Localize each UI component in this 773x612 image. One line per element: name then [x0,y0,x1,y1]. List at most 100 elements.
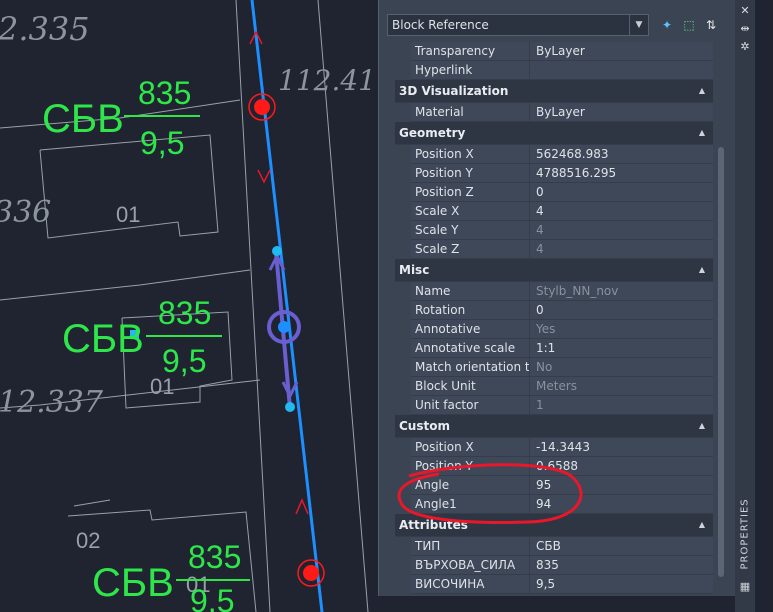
property-name: Block Unit [411,377,529,396]
property-row[interactable]: Position Z0 [395,183,713,202]
property-row[interactable]: Position Y 4788516.295 [395,164,713,183]
elevation-text: 336 [0,195,51,230]
elevation-text: 2.335 [0,10,90,48]
property-value[interactable] [529,61,713,80]
chevron-down-icon[interactable]: ▼ [629,15,648,35]
property-value[interactable]: 4 [529,202,713,221]
grip[interactable] [285,402,295,412]
property-value[interactable]: 835 [529,556,713,575]
property-name: Transparency [411,42,529,61]
property-value[interactable]: 562468.983 [529,145,713,164]
category-title: Attributes [399,518,468,532]
property-name: Angle1 [411,495,529,514]
property-row[interactable]: Angle 95 [395,476,713,495]
pole-label[interactable]: СБВ 835 9,5 [62,295,222,379]
property-name: Unit factor [411,396,529,415]
category-title: Misc [399,263,430,277]
property-row[interactable]: Scale X4 [395,202,713,221]
property-row[interactable]: Scale Z4 [395,240,713,259]
property-row[interactable]: Material ByLayer [395,103,713,122]
collapse-icon[interactable]: ▲ [699,259,705,281]
property-value[interactable]: -14.3443 [529,438,713,457]
property-value[interactable]: 95 [529,476,713,495]
category-header[interactable]: 3D Visualization ▲ [395,80,713,103]
property-value[interactable]: 0 [529,183,713,202]
pole-type-text: СБВ [62,317,144,361]
toggle-pickadd-icon[interactable]: ⇅ [701,16,721,34]
property-value[interactable]: 1:1 [529,339,713,358]
property-row[interactable]: ВЪРХОВА_СИЛА 835 [395,556,713,575]
selected-pole-grip[interactable] [278,321,290,333]
collapse-icon[interactable]: ▲ [699,122,705,144]
pole-height-text: 9,5 [190,583,234,612]
palette-title-strip[interactable]: ✕ ⇹ ✲ PROPERTIES ▦ [735,0,755,612]
property-value[interactable]: 9,5 [529,575,713,594]
pole-force-text: 835 [138,75,191,111]
property-name: Scale X [411,202,529,221]
pole-label[interactable]: СБВ 835 9,5 [92,539,250,612]
pole-type-text: СБВ [42,97,124,141]
properties-palette: Block Reference ▼ ✦ ⬚ ⇅ Transparency ByLa… [378,0,737,596]
property-value[interactable]: ByLayer [529,42,713,61]
property-value[interactable]: 4788516.295 [529,164,713,183]
property-value[interactable]: 0 [529,301,713,320]
palette-scrollbar[interactable] [717,42,725,592]
category-header[interactable]: Attributes ▲ [395,514,713,537]
property-name: Material [411,103,529,122]
collapse-icon[interactable]: ▲ [699,514,705,536]
pole-height-text: 9,5 [140,125,184,161]
category-header[interactable]: Geometry ▲ [395,122,713,145]
property-row[interactable]: Unit factor 1 [395,396,713,415]
property-row[interactable]: Scale Y4 [395,221,713,240]
category-title: Geometry [399,126,466,140]
drawing-edge [755,0,773,612]
property-row[interactable]: Hyperlink [395,61,713,80]
property-value[interactable]: 0.6588 [529,457,713,476]
property-row[interactable]: Name Stylb_NN_nov [395,282,713,301]
collapse-icon[interactable]: ▲ [699,80,705,102]
category-header[interactable]: Custom ▲ [395,415,713,438]
property-name: Position Z [411,183,529,202]
property-row[interactable]: Transparency ByLayer [395,42,713,61]
property-row[interactable]: Position X -14.3443 [395,438,713,457]
property-value: Meters [529,377,713,396]
property-row[interactable]: ТИП СБВ [395,537,713,556]
property-name: Position X [411,438,529,457]
property-name: Name [411,282,529,301]
grip[interactable] [272,246,282,256]
collapse-icon[interactable]: ▲ [699,415,705,437]
property-value[interactable]: СБВ [529,537,713,556]
palette-title: PROPERTIES [739,498,751,570]
scrollbar-thumb[interactable] [718,147,724,577]
property-row[interactable]: Match orientation to l...No [395,358,713,377]
category-header[interactable]: Misc ▲ [395,259,713,282]
property-name: Match orientation to l... [411,358,529,377]
property-row[interactable]: ВИСОЧИНА 9,5 [395,575,713,594]
property-value[interactable]: ByLayer [529,103,713,122]
property-name: Position X [411,145,529,164]
property-row[interactable]: Annotative Yes [395,320,713,339]
close-icon[interactable]: ✕ [738,4,752,18]
property-value: 1 [529,396,713,415]
select-objects-icon[interactable]: ⬚ [679,16,699,34]
property-value[interactable]: 94 [529,495,713,514]
property-row[interactable]: Rotation 0 [395,301,713,320]
settings-icon[interactable]: ✲ [738,40,752,54]
property-grid: Transparency ByLayer Hyperlink 3D Visualiza… [395,42,713,594]
auto-hide-icon[interactable]: ⇹ [738,22,752,36]
pole-type-text: СБВ [92,561,174,605]
property-name: Rotation [411,301,529,320]
property-row[interactable]: Block Unit Meters [395,377,713,396]
property-name: Angle [411,476,529,495]
property-row[interactable]: Angle1 94 [395,495,713,514]
property-row[interactable]: Position Y 0.6588 [395,457,713,476]
property-name: ТИП [411,537,529,556]
category-title: 3D Visualization [399,84,509,98]
object-type-select[interactable]: Block Reference ▼ [387,14,649,36]
parcel-label: 02 [76,528,100,553]
property-name: ВЪРХОВА_СИЛА [411,556,529,575]
quick-select-icon[interactable]: ✦ [657,16,677,34]
property-row[interactable]: Position X 562468.983 [395,145,713,164]
elevation-text: 112.41 [278,64,376,97]
property-row[interactable]: Annotative scale 1:1 [395,339,713,358]
